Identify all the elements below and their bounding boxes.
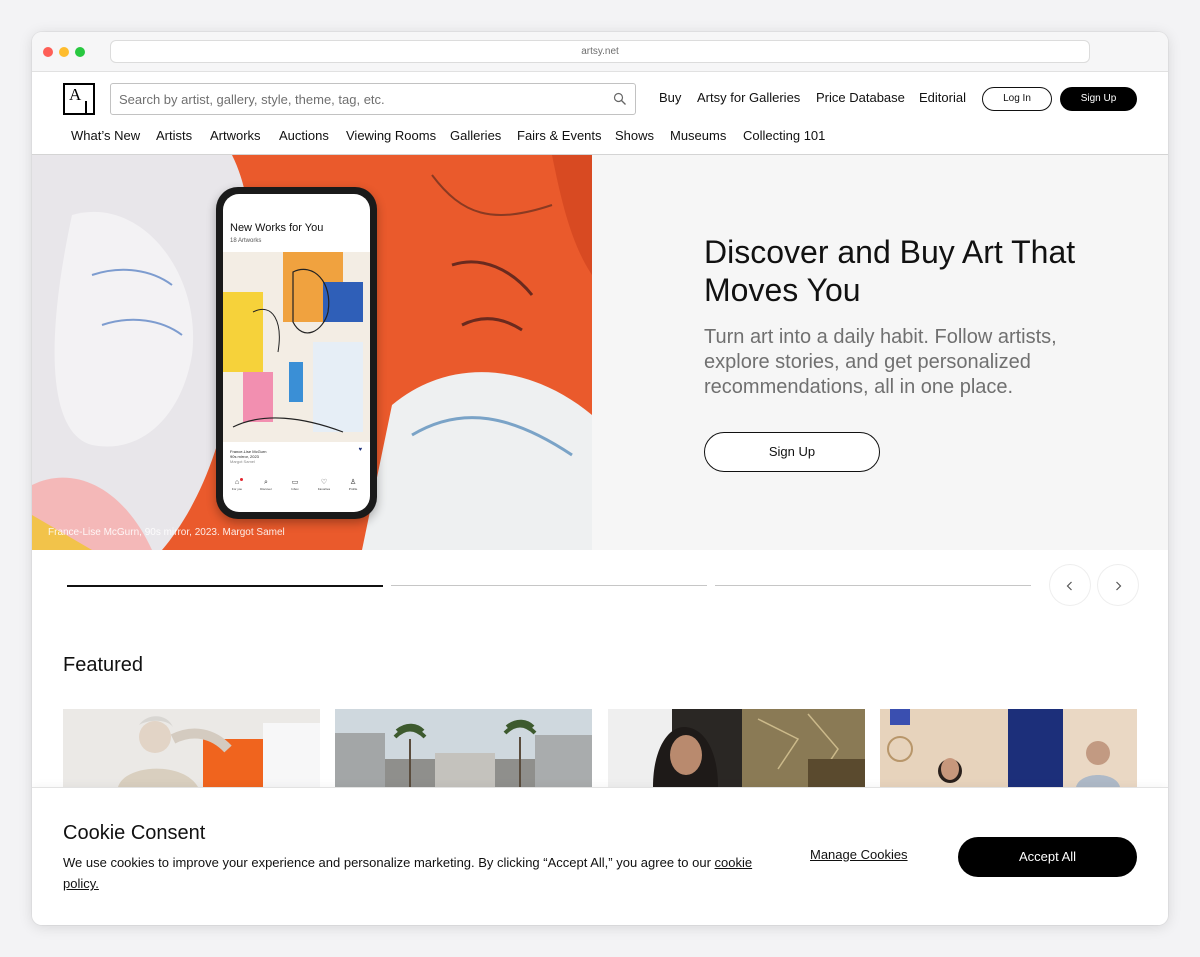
minimize-window-icon[interactable]	[59, 47, 69, 57]
search-icon[interactable]	[613, 92, 627, 106]
phone-artwork-image	[223, 252, 370, 442]
nav-shows[interactable]: Shows	[615, 127, 654, 145]
carousel-progress-3[interactable]	[715, 585, 1031, 586]
link-price-database[interactable]: Price Database	[816, 89, 905, 107]
hero-artwork-image[interactable]: New Works for You 18 Artworks France-Lis…	[32, 155, 592, 550]
heart-icon: ♥	[358, 447, 362, 453]
hero-text-panel: Discover and Buy Art That Moves You Turn…	[592, 155, 1168, 550]
featured-card-4[interactable]	[880, 709, 1137, 787]
browser-window: artsy.net A Buy Artsy for Galleries Pric…	[32, 32, 1168, 925]
nav-collecting-101[interactable]: Collecting 101	[743, 127, 825, 145]
logo-bar-icon	[85, 101, 87, 113]
carousel-next-button[interactable]	[1098, 565, 1138, 605]
chevron-left-icon	[1066, 581, 1072, 590]
search-icon: ⌕	[264, 479, 268, 486]
carousel-progress-fill	[67, 584, 383, 587]
notification-dot-icon	[240, 478, 243, 481]
search-box[interactable]	[110, 83, 636, 115]
log-in-button[interactable]: Log In	[982, 87, 1052, 111]
phone-artwork-meta: France-Lise McGurn 90s mirror, 2023 Marg…	[230, 449, 266, 464]
link-editorial[interactable]: Editorial	[919, 89, 966, 107]
nav-artworks[interactable]: Artworks	[210, 127, 261, 145]
sign-up-button[interactable]: Sign Up	[1060, 87, 1137, 111]
featured-image-4	[880, 709, 1137, 787]
carousel-progress-2[interactable]	[391, 585, 707, 586]
hero-title: Discover and Buy Art That Moves You	[704, 234, 1076, 308]
address-bar[interactable]: artsy.net	[110, 40, 1090, 63]
accept-all-button[interactable]: Accept All	[958, 837, 1137, 877]
phone-tab-favorites: ♡ Favorites	[312, 478, 336, 491]
nav-viewing-rooms[interactable]: Viewing Rooms	[346, 127, 436, 145]
artsy-logo[interactable]: A	[63, 83, 95, 115]
nav-auctions[interactable]: Auctions	[279, 127, 329, 145]
featured-heading: Featured	[63, 654, 144, 676]
phone-mockup: New Works for You 18 Artworks France-Lis…	[216, 187, 377, 519]
featured-image-1	[63, 709, 320, 787]
featured-image-3	[608, 709, 865, 787]
phone-subtitle: 18 Artworks	[230, 238, 262, 244]
search-input[interactable]	[119, 84, 599, 114]
cookie-title: Cookie Consent	[63, 822, 206, 844]
featured-card-3[interactable]	[608, 709, 865, 787]
favorites-icon: ♡	[320, 479, 328, 486]
manage-cookies-link[interactable]: Manage Cookies	[810, 847, 908, 862]
phone-tab-profile: ♙ Profile	[341, 478, 365, 491]
phone-artwork-gallery: Margot Samel	[230, 459, 255, 464]
nav-artists[interactable]: Artists	[156, 127, 192, 145]
nav-galleries[interactable]: Galleries	[450, 127, 501, 145]
logo-letter-icon: A	[69, 85, 82, 104]
featured-image-2	[335, 709, 592, 787]
maximize-window-icon[interactable]	[75, 47, 85, 57]
hero-caption: France-Lise McGurn, 90s mirror, 2023. Ma…	[48, 527, 285, 538]
inbox-icon: ▭	[291, 479, 299, 486]
featured-card-1[interactable]	[63, 709, 320, 787]
phone-tab-inbox: ▭ Inbox	[283, 478, 307, 491]
browser-chrome: artsy.net	[32, 32, 1168, 72]
nav-fairs-events[interactable]: Fairs & Events	[517, 127, 602, 145]
phone-tab-discover: ⌕ Discover	[254, 478, 278, 491]
cookie-body-text: We use cookies to improve your experienc…	[63, 855, 711, 870]
phone-title: New Works for You	[230, 222, 324, 234]
carousel-progress-1[interactable]	[67, 584, 383, 587]
cookie-consent-banner: Cookie Consent We use cookies to improve…	[32, 787, 1168, 925]
featured-card-2[interactable]	[335, 709, 592, 787]
phone-artwork-graphic	[223, 252, 370, 442]
home-icon: ⌂	[234, 479, 240, 486]
close-window-icon[interactable]	[43, 47, 53, 57]
phone-tab-for-you: ⌂ For you	[225, 478, 249, 491]
link-artsy-for-galleries[interactable]: Artsy for Galleries	[697, 89, 800, 107]
cookie-body: We use cookies to improve your experienc…	[63, 852, 753, 894]
hero-sign-up-button[interactable]: Sign Up	[704, 432, 880, 472]
phone-screen: New Works for You 18 Artworks France-Lis…	[223, 194, 370, 512]
carousel-prev-button[interactable]	[1050, 565, 1090, 605]
nav-museums[interactable]: Museums	[670, 127, 726, 145]
profile-icon: ♙	[349, 479, 357, 486]
link-buy[interactable]: Buy	[659, 89, 681, 107]
nav-whats-new[interactable]: What’s New	[71, 127, 140, 145]
hero-subtitle: Turn art into a daily habit. Follow arti…	[704, 326, 1057, 398]
chevron-right-icon	[1116, 581, 1122, 590]
phone-tab-bar: ⌂ For you ⌕ Discover ▭ Inbox ♡ Favorites	[223, 478, 370, 502]
